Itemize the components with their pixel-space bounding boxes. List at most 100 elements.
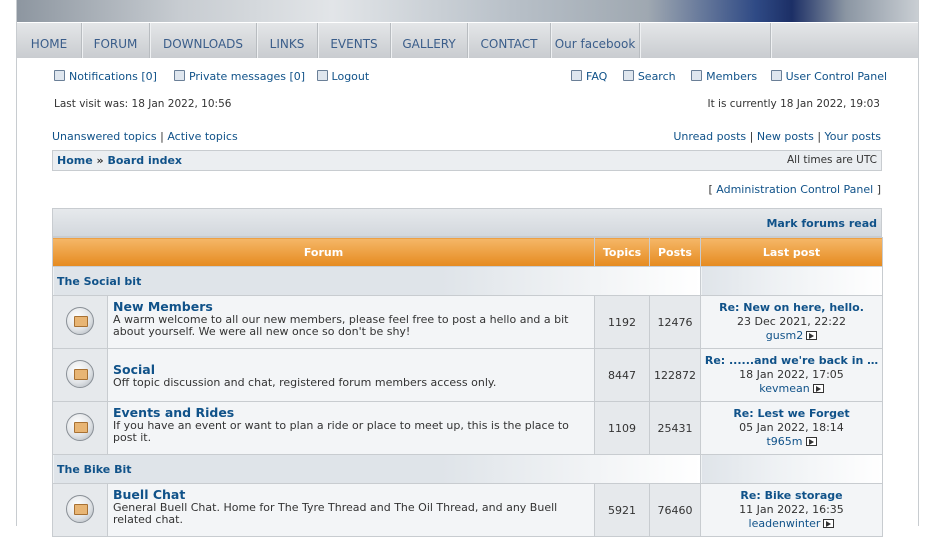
- forum-icon-cell: [52, 348, 108, 402]
- header-forum: Forum: [52, 237, 595, 267]
- last-post-date: 05 Jan 2022, 18:14: [739, 421, 844, 434]
- forum-row: New Members A warm welcome to all our ne…: [52, 295, 883, 349]
- folder-icon: [66, 494, 94, 523]
- category-row: The Social bit: [52, 266, 883, 296]
- nav-downloads[interactable]: DOWNLOADS: [150, 23, 257, 58]
- view-latest-post-icon[interactable]: [812, 384, 824, 393]
- last-post-cell: Re: New on here, hello. 23 Dec 2021, 22:…: [700, 295, 883, 349]
- forum-description: Off topic discussion and chat, registere…: [113, 375, 497, 389]
- main-nav: HOME FORUM DOWNLOADS LINKS EVENTS GALLER…: [17, 22, 918, 58]
- last-post-date: 18 Jan 2022, 17:05: [739, 368, 844, 381]
- last-visit-text: Last visit was: 18 Jan 2022, 10:56: [54, 98, 232, 110]
- forum-row: Buell Chat General Buell Chat. Home for …: [52, 483, 883, 537]
- last-post-cell: Re: Lest we Forget 05 Jan 2022, 18:14 t9…: [700, 401, 883, 455]
- unread-posts-link[interactable]: Unread posts: [673, 130, 746, 143]
- forum-topics-count: 8447: [594, 348, 650, 402]
- envelope-icon: [173, 70, 185, 81]
- acp-bracket-close: ]: [876, 183, 881, 196]
- breadcrumb-separator: »: [96, 154, 104, 167]
- mark-read-bar: Mark forums read: [52, 208, 882, 237]
- category-title[interactable]: The Social bit: [52, 266, 701, 296]
- forum-topics-count: 5921: [594, 483, 650, 537]
- search-link[interactable]: Search: [638, 70, 676, 83]
- forum-icon-cell: [52, 483, 108, 537]
- last-post-cell: Re: ......and we're back in … 18 Jan 202…: [700, 348, 883, 402]
- header-last-post: Last post: [700, 237, 883, 267]
- breadcrumb-home-link[interactable]: Home: [57, 154, 93, 167]
- power-icon: [316, 70, 328, 81]
- breadcrumb: Home » Board index All times are UTC: [52, 150, 882, 171]
- header-posts: Posts: [649, 237, 701, 267]
- folder-icon: [66, 359, 94, 388]
- last-post-date: 23 Dec 2021, 22:22: [737, 315, 846, 328]
- notifications-link[interactable]: Notifications [0]: [69, 70, 157, 83]
- nav-forum[interactable]: FORUM: [82, 23, 150, 58]
- forum-name-cell: Social Off topic discussion and chat, re…: [107, 348, 595, 402]
- mark-forums-read-link[interactable]: Mark forums read: [766, 217, 877, 230]
- forum-posts-count: 12476: [649, 295, 701, 349]
- search-icon: [622, 70, 634, 81]
- forum-table-header: Forum Topics Posts Last post: [52, 237, 883, 267]
- last-post-title-link[interactable]: Re: ......and we're back in …: [701, 354, 882, 368]
- last-post-title-link[interactable]: Re: New on here, hello.: [701, 301, 882, 315]
- forum-description: If you have an event or want to plan a r…: [113, 419, 569, 444]
- view-latest-post-icon[interactable]: [805, 437, 817, 446]
- forum-row: Social Off topic discussion and chat, re…: [52, 348, 883, 402]
- last-post-author-link[interactable]: t965m: [766, 435, 802, 448]
- nav-events[interactable]: EVENTS: [318, 23, 391, 58]
- members-link[interactable]: Members: [706, 70, 757, 83]
- nav-home[interactable]: HOME: [17, 23, 82, 58]
- last-post-author-link[interactable]: kevmean: [759, 382, 809, 395]
- new-posts-link[interactable]: New posts: [757, 130, 814, 143]
- breadcrumb-board-index-link[interactable]: Board index: [107, 154, 182, 167]
- folder-icon: [66, 306, 94, 335]
- acp-link[interactable]: Administration Control Panel: [716, 183, 873, 196]
- logout-link[interactable]: Logout: [332, 70, 370, 83]
- last-post-cell: Re: Bike storage 11 Jan 2022, 16:35 lead…: [700, 483, 883, 537]
- folder-icon: [66, 412, 94, 441]
- forum-posts-count: 25431: [649, 401, 701, 455]
- nav-contact[interactable]: CONTACT: [468, 23, 551, 58]
- last-post-author-link[interactable]: leadenwinter: [749, 517, 821, 530]
- view-latest-post-icon[interactable]: [806, 331, 818, 340]
- ucp-link[interactable]: User Control Panel: [786, 70, 888, 83]
- separator: |: [817, 130, 825, 143]
- last-post-title-link[interactable]: Re: Lest we Forget: [701, 407, 882, 421]
- quicklinks-right: Unread posts | New posts | Your posts: [673, 130, 881, 143]
- forum-posts-count: 122872: [649, 348, 701, 402]
- view-latest-post-icon[interactable]: [823, 519, 835, 528]
- private-messages-link[interactable]: Private messages [0]: [189, 70, 305, 83]
- category-title[interactable]: The Bike Bit: [52, 454, 701, 484]
- last-post-date: 11 Jan 2022, 16:35: [739, 503, 844, 516]
- forum-row: Events and Rides If you have an event or…: [52, 401, 883, 455]
- forum-icon-cell: [52, 295, 108, 349]
- forum-name-cell: New Members A warm welcome to all our ne…: [107, 295, 595, 349]
- active-topics-link[interactable]: Active topics: [167, 130, 237, 143]
- last-post-author-link[interactable]: gusm2: [766, 329, 803, 342]
- timezone-text: All times are UTC: [786, 154, 877, 166]
- notification-icon: [54, 70, 65, 81]
- category-bike-link[interactable]: The Bike Bit: [57, 463, 132, 476]
- nav-facebook[interactable]: Our facebook: [551, 23, 640, 58]
- forum-title-link[interactable]: Buell Chat: [113, 487, 589, 502]
- nav-links[interactable]: LINKS: [257, 23, 318, 58]
- forum-title-link[interactable]: New Members: [113, 299, 589, 314]
- forum-title-link[interactable]: Social: [113, 362, 589, 377]
- forum-topics-count: 1192: [594, 295, 650, 349]
- faq-link[interactable]: FAQ: [586, 70, 607, 83]
- quicklinks-left: Unanswered topics | Active topics: [52, 130, 238, 143]
- forum-title-link[interactable]: Events and Rides: [113, 405, 589, 420]
- last-post-title-link[interactable]: Re: Bike storage: [701, 489, 882, 503]
- forum-table: Forum Topics Posts Last post The Social …: [52, 237, 883, 537]
- your-posts-link[interactable]: Your posts: [825, 130, 881, 143]
- nav-gallery[interactable]: GALLERY: [391, 23, 468, 58]
- header-topics: Topics: [594, 237, 650, 267]
- category-social-link[interactable]: The Social bit: [57, 275, 141, 288]
- separator: |: [749, 130, 757, 143]
- unanswered-topics-link[interactable]: Unanswered topics: [52, 130, 157, 143]
- user-links-left: Notifications [0] Private messages [0] L…: [54, 70, 369, 83]
- category-row: The Bike Bit: [52, 454, 883, 484]
- forum-description: A warm welcome to all our new members, p…: [113, 313, 569, 338]
- current-time-text: It is currently 18 Jan 2022, 19:03: [707, 98, 880, 110]
- user-icon: [770, 70, 782, 81]
